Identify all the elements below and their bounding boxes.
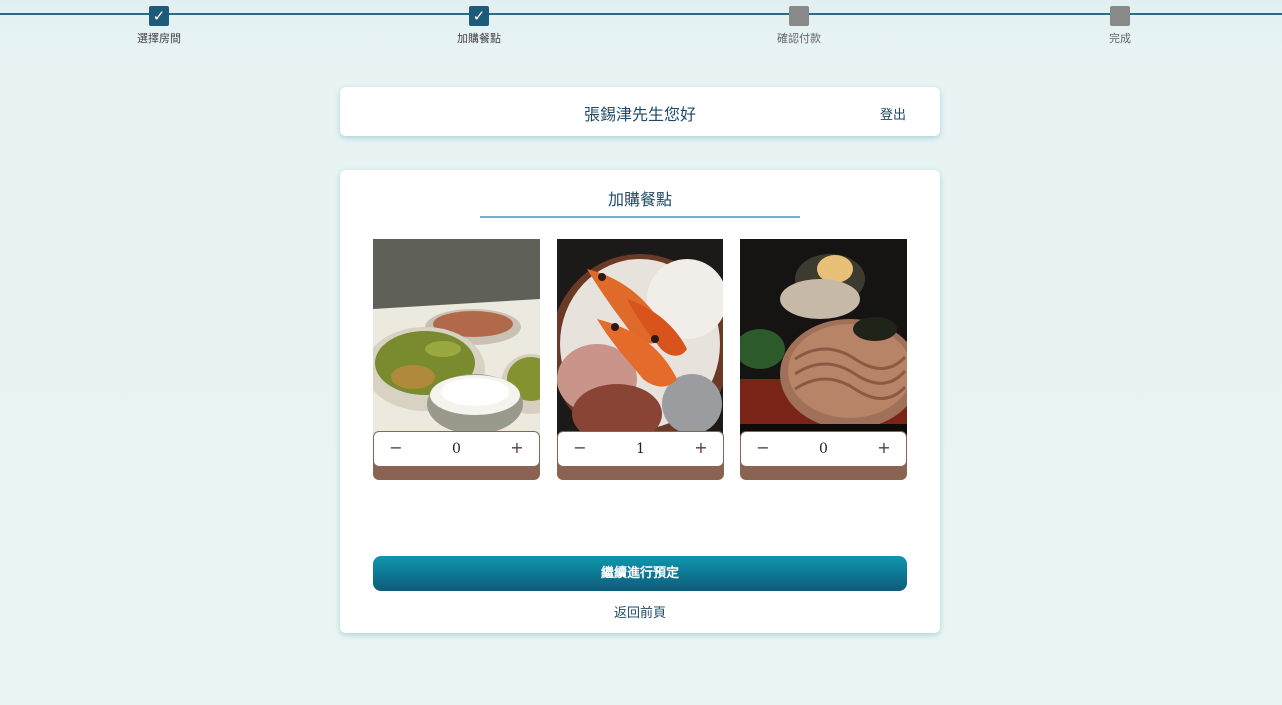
quantity-value[interactable]: 1 — [598, 441, 683, 457]
quantity-stepper-dinner: − 0 + — [740, 431, 907, 467]
continue-booking-button[interactable]: 繼續進行預定 — [373, 556, 907, 591]
lunch-photo — [557, 239, 724, 439]
decrement-button[interactable]: − — [568, 438, 592, 460]
quantity-stepper-lunch: − 1 + — [557, 431, 724, 467]
quantity-stepper-breakfast: − 0 + — [373, 431, 540, 467]
check-icon: ✓ — [469, 6, 489, 26]
step-label: 加購餐點 — [457, 32, 501, 45]
step-add-meals: ✓ 加購餐點 — [419, 6, 539, 46]
pending-box-icon — [789, 6, 809, 26]
pending-box-icon — [1110, 6, 1130, 26]
meal-selection-card: 加購餐點 早餐：￥500／份 — [340, 170, 940, 633]
quantity-value[interactable]: 0 — [414, 441, 499, 457]
increment-button[interactable]: + — [505, 438, 529, 460]
dinner-photo — [740, 239, 907, 439]
logout-link[interactable]: 登出 — [880, 104, 906, 123]
section-title: 加購餐點 — [607, 190, 672, 209]
step-select-room: ✓ 選擇房間 — [99, 6, 219, 46]
back-link[interactable]: 返回前頁 — [340, 602, 940, 621]
greeting-text: 張錫津先生您好 — [583, 105, 696, 124]
decrement-button[interactable]: − — [751, 438, 775, 460]
step-confirm-payment: 確認付款 — [739, 6, 859, 46]
progress-steps: ✓ 選擇房間 ✓ 加購餐點 確認付款 完成 — [0, 0, 1282, 60]
greeting-card: 張錫津先生您好 登出 — [340, 87, 940, 136]
breakfast-photo — [373, 239, 540, 439]
step-label: 完成 — [1109, 32, 1131, 45]
decrement-button[interactable]: − — [384, 438, 408, 460]
quantity-value[interactable]: 0 — [781, 441, 866, 457]
step-complete: 完成 — [1060, 6, 1180, 46]
step-label: 確認付款 — [777, 32, 821, 45]
check-icon: ✓ — [149, 6, 169, 26]
title-divider — [480, 216, 800, 218]
step-label: 選擇房間 — [137, 32, 181, 45]
increment-button[interactable]: + — [872, 438, 896, 460]
increment-button[interactable]: + — [689, 438, 713, 460]
